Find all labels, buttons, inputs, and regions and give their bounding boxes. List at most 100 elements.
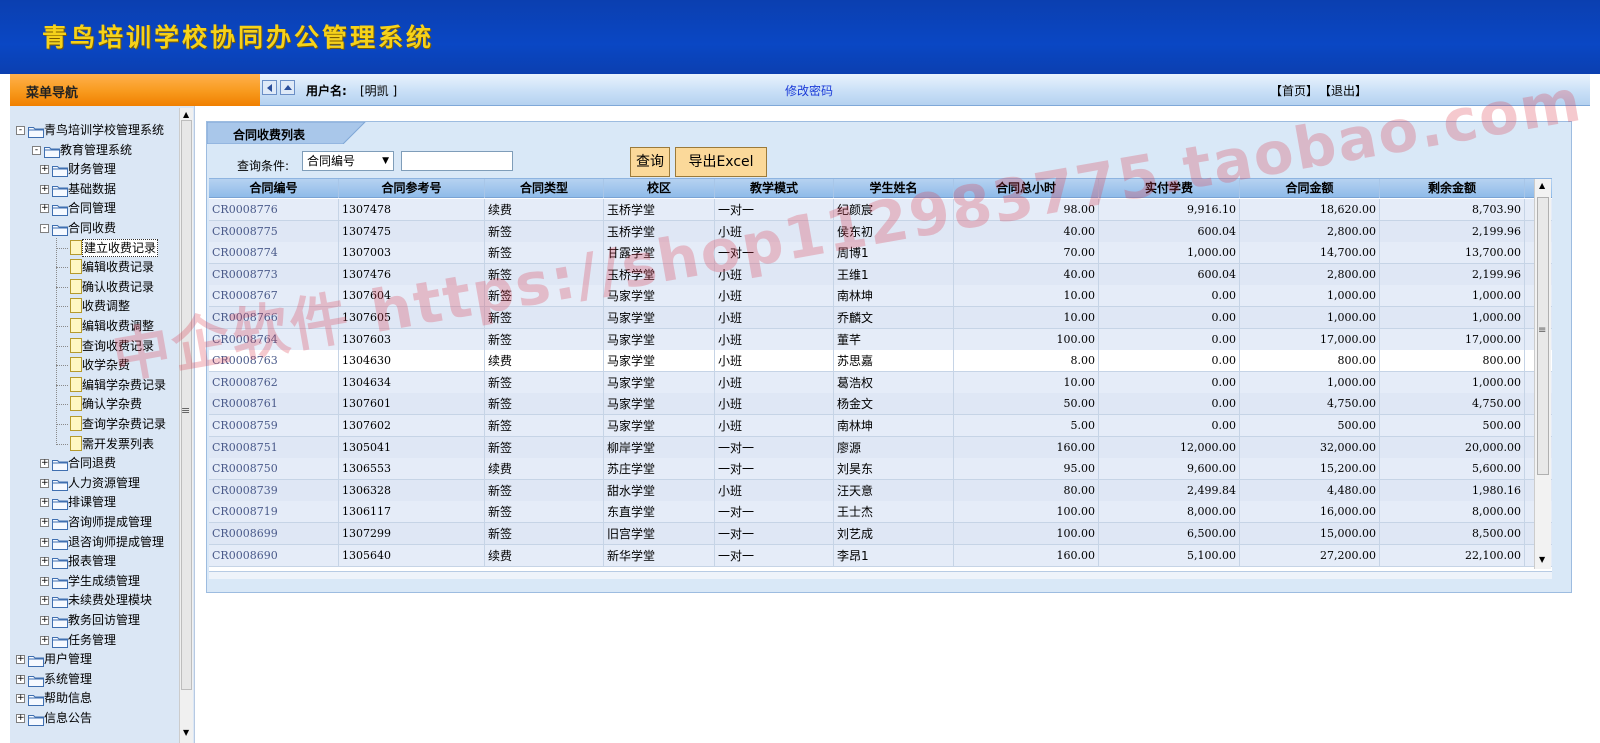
collapse-icon[interactable]: -	[40, 224, 49, 233]
column-header[interactable]: 学生姓名	[834, 179, 954, 198]
query-input[interactable]	[401, 151, 513, 171]
tree-item[interactable]: + 信息公告	[10, 708, 182, 728]
table-scrollbar[interactable]: ▲ ≡ ▼	[1534, 179, 1551, 569]
table-cell[interactable]: CR0008761	[209, 393, 339, 416]
collapse-up-button[interactable]	[280, 80, 295, 95]
sidebar-scrollbar[interactable]: ▲ ▼	[179, 108, 193, 743]
table-cell[interactable]: CR0008751	[209, 436, 339, 459]
collapse-left-button[interactable]	[262, 80, 277, 95]
table-row[interactable]: CR0008739 1306328 新签 甜水学堂 小班 汪天意 80.00 2,499.84…	[209, 479, 1552, 502]
table-cell[interactable]: CR0008762	[209, 371, 339, 394]
table-row[interactable]: CR0008774 1307003 新签 甘露学堂 一对一 周博1 70.00 1,000.0…	[209, 242, 1552, 265]
table-row[interactable]: CR0008751 1305041 新签 柳岸学堂 一对一 廖源 160.00 12,000.…	[209, 436, 1552, 459]
tree-item[interactable]: + 系统管理	[10, 669, 182, 689]
expand-icon[interactable]: +	[40, 498, 49, 508]
tree-item[interactable]: - 合同收费	[10, 218, 182, 238]
tree-item[interactable]: + 咨询师提成管理	[10, 512, 182, 532]
scroll-down-icon[interactable]: ▼	[1539, 555, 1545, 564]
table-row[interactable]: CR0008775 1307475 新签 玉桥学堂 小班 侯东初 40.00 600.04 2,…	[209, 220, 1552, 243]
table-row[interactable]: CR0008763 1304630 续费 马家学堂 小班 苏思嘉 8.00 0.00 800.0…	[209, 350, 1552, 373]
tree-item-label[interactable]: 合同退费	[68, 453, 116, 473]
tree-item[interactable]: 查询学杂费记录	[10, 414, 182, 434]
tree-item-label[interactable]: 退咨询师提成管理	[68, 532, 164, 552]
tree-item[interactable]: 确认收费记录	[10, 277, 182, 297]
tree-item-label[interactable]: 任务管理	[68, 630, 116, 650]
expand-icon[interactable]: +	[40, 537, 49, 547]
column-header[interactable]: 合同总小时	[954, 179, 1099, 198]
expand-icon[interactable]: +	[40, 557, 49, 567]
tree-item-label[interactable]: 合同管理	[68, 198, 116, 218]
table-cell[interactable]: CR0008739	[209, 479, 339, 502]
column-header[interactable]: 合同编号	[209, 179, 339, 198]
scroll-down-icon[interactable]: ▼	[183, 728, 189, 737]
query-button[interactable]: 查询	[630, 147, 670, 177]
table-row[interactable]: CR0008773 1307476 新签 玉桥学堂 小班 王维1 40.00 600.04 2,…	[209, 263, 1552, 286]
tree-item[interactable]: + 排课管理	[10, 492, 182, 512]
expand-icon[interactable]: +	[40, 576, 49, 586]
expand-icon[interactable]: +	[40, 184, 49, 194]
table-cell[interactable]: CR0008699	[209, 523, 339, 545]
tree-item-label[interactable]: 基础数据	[68, 179, 116, 199]
tree-item-label[interactable]: 教育管理系统	[60, 140, 132, 160]
table-cell[interactable]: CR0008775	[209, 220, 339, 243]
table-cell[interactable]: CR0008776	[209, 199, 339, 221]
table-cell[interactable]: CR0008759	[209, 415, 339, 437]
tree-item[interactable]: + 帮助信息	[10, 688, 182, 708]
tree-item-label[interactable]: 查询学杂费记录	[82, 414, 166, 434]
column-header[interactable]: 合同参考号	[339, 179, 485, 198]
table-cell[interactable]: CR0008763	[209, 350, 339, 373]
collapse-icon[interactable]: -	[16, 126, 25, 135]
table-row[interactable]: CR0008761 1307601 新签 马家学堂 小班 杨金文 50.00 0.00 4,75…	[209, 393, 1552, 416]
tree-item-label[interactable]: 信息公告	[44, 708, 92, 728]
expand-icon[interactable]: +	[16, 655, 25, 665]
table-row[interactable]: CR0008750 1306553 续费 苏庄学堂 一对一 刘昊东 95.00 9,600.0…	[209, 458, 1552, 481]
tree-item-label[interactable]: 咨询师提成管理	[68, 512, 152, 532]
tree-item-label[interactable]: 确认收费记录	[82, 277, 154, 297]
table-row[interactable]: CR0008766 1307605 新签 马家学堂 小班 乔麟文 10.00 0.00 1,00…	[209, 307, 1552, 329]
table-cell[interactable]: CR0008767	[209, 285, 339, 308]
tree-item[interactable]: - 教育管理系统	[10, 140, 182, 160]
table-scroll-thumb[interactable]	[1537, 197, 1549, 475]
tree-item-label[interactable]: 学生成绩管理	[68, 571, 140, 591]
tree-item[interactable]: + 人力资源管理	[10, 473, 182, 493]
tree-item[interactable]: 收学杂费	[10, 355, 182, 375]
tree-item[interactable]: + 教务回访管理	[10, 610, 182, 630]
tree-item[interactable]: 编辑学杂费记录	[10, 375, 182, 395]
expand-icon[interactable]: +	[16, 714, 25, 723]
table-cell[interactable]: CR0008750	[209, 458, 339, 481]
tree-item-label[interactable]: 帮助信息	[44, 688, 92, 708]
tree-item[interactable]: 收费调整	[10, 296, 182, 316]
table-row[interactable]: CR0008690 1305640 续费 新华学堂 一对一 李昂1 160.00 5,100.…	[209, 544, 1552, 567]
table-row[interactable]: CR0008762 1304634 新签 马家学堂 小班 葛浩权 10.00 0.00 1,00…	[209, 371, 1552, 394]
tree-item[interactable]: + 基础数据	[10, 179, 182, 199]
tree-item-label[interactable]: 确认学杂费	[82, 394, 142, 414]
table-cell[interactable]: CR0008764	[209, 328, 339, 351]
tree-item-label[interactable]: 财务管理	[68, 159, 116, 179]
tree-item[interactable]: 需开发票列表	[10, 434, 182, 454]
expand-icon[interactable]: +	[40, 478, 49, 488]
tree-item-label[interactable]: 查询收费记录	[82, 336, 154, 356]
scroll-up-icon[interactable]: ▲	[183, 110, 189, 119]
tree-item-label[interactable]: 用户管理	[44, 649, 92, 669]
table-cell[interactable]: CR0008719	[209, 501, 339, 524]
tree-item-label[interactable]: 青鸟培训学校管理系统	[44, 120, 164, 140]
expand-icon[interactable]: +	[40, 459, 49, 469]
expand-icon[interactable]: +	[16, 694, 25, 704]
column-header[interactable]: 教学模式	[715, 179, 834, 198]
export-excel-button[interactable]: 导出Excel	[675, 147, 767, 177]
tree-item-label[interactable]: 教务回访管理	[68, 610, 140, 630]
column-header[interactable]: 校区	[604, 179, 715, 198]
tree-item-label[interactable]: 收学杂费	[82, 355, 130, 375]
tree-item-label[interactable]: 建立收费记录	[82, 238, 159, 257]
tree-item-label[interactable]: 编辑学杂费记录	[82, 375, 166, 395]
scroll-up-icon[interactable]: ▲	[1539, 181, 1545, 190]
tree-item[interactable]: 查询收费记录	[10, 336, 182, 356]
tree-item[interactable]: 建立收费记录	[10, 238, 182, 258]
table-row[interactable]: CR0008699 1307299 新签 旧宫学堂 一对一 刘艺成 100.00 6,500.…	[209, 523, 1552, 545]
tree-item-label[interactable]: 系统管理	[44, 669, 92, 689]
table-cell[interactable]: CR0008773	[209, 263, 339, 286]
splitter-grip-icon[interactable]: ≡	[181, 404, 190, 417]
expand-icon[interactable]: +	[40, 204, 49, 214]
tree-item-label[interactable]: 人力资源管理	[68, 473, 140, 493]
expand-icon[interactable]: +	[40, 165, 49, 175]
